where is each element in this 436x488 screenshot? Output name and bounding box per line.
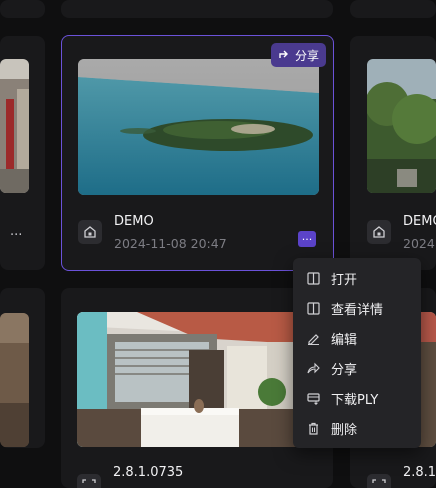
scan-icon bbox=[367, 474, 391, 488]
more-icon[interactable]: ··· bbox=[10, 228, 22, 243]
card-bottom-left[interactable] bbox=[0, 288, 45, 448]
house-icon bbox=[367, 220, 391, 244]
card-date: 2024-11-08 20:47 bbox=[114, 236, 227, 251]
share-label: 分享 bbox=[294, 48, 319, 63]
card-title: DEMO bbox=[114, 214, 154, 229]
share-arrow-icon bbox=[306, 361, 321, 376]
card-top-right[interactable] bbox=[350, 0, 436, 18]
context-menu: 打开 查看详情 编辑 分享 下载PLY 删除 bbox=[293, 258, 421, 448]
menu-item-label: 下载PLY bbox=[331, 392, 379, 408]
menu-item-label: 查看详情 bbox=[331, 302, 384, 318]
menu-item-delete[interactable]: 删除 bbox=[293, 413, 421, 443]
download-icon bbox=[306, 391, 321, 406]
thumbnail bbox=[77, 312, 319, 447]
card-title: 2.8.1. bbox=[403, 465, 436, 480]
house-icon bbox=[78, 220, 102, 244]
menu-item-label: 编辑 bbox=[331, 332, 358, 348]
menu-item-label: 打开 bbox=[331, 272, 358, 288]
menu-item-label: 分享 bbox=[331, 362, 358, 378]
card-title: DEMO bbox=[403, 214, 436, 229]
card-date: 2024 bbox=[403, 236, 435, 251]
pen-icon bbox=[306, 331, 321, 346]
thumbnail bbox=[367, 59, 436, 193]
card-top-center[interactable] bbox=[61, 0, 333, 18]
scan-icon bbox=[77, 474, 101, 488]
card-left-partial[interactable]: ··· bbox=[0, 36, 45, 270]
menu-item-label: 删除 bbox=[331, 422, 358, 438]
menu-item-open[interactable]: 打开 bbox=[293, 263, 421, 293]
card-right-partial[interactable]: DEMO 2024 bbox=[350, 36, 436, 270]
thumbnail bbox=[0, 59, 29, 193]
card-demo-selected[interactable]: 分享 DEMO 2024-11-08 20:47 ··· bbox=[61, 35, 334, 271]
menu-item-details[interactable]: 查看详情 bbox=[293, 293, 421, 323]
panel-icon bbox=[306, 271, 321, 286]
trash-icon bbox=[306, 421, 321, 436]
menu-item-share[interactable]: 分享 bbox=[293, 353, 421, 383]
thumbnail bbox=[78, 59, 319, 195]
panel-icon bbox=[306, 301, 321, 316]
share-button[interactable]: 分享 bbox=[270, 43, 326, 67]
thumbnail bbox=[0, 313, 29, 447]
card-title: 2.8.1.0735 bbox=[113, 465, 184, 480]
card-top-left[interactable] bbox=[0, 0, 45, 18]
share-icon bbox=[278, 48, 291, 63]
more-button[interactable]: ··· bbox=[298, 231, 316, 247]
menu-item-edit[interactable]: 编辑 bbox=[293, 323, 421, 353]
menu-item-download-ply[interactable]: 下载PLY bbox=[293, 383, 421, 413]
